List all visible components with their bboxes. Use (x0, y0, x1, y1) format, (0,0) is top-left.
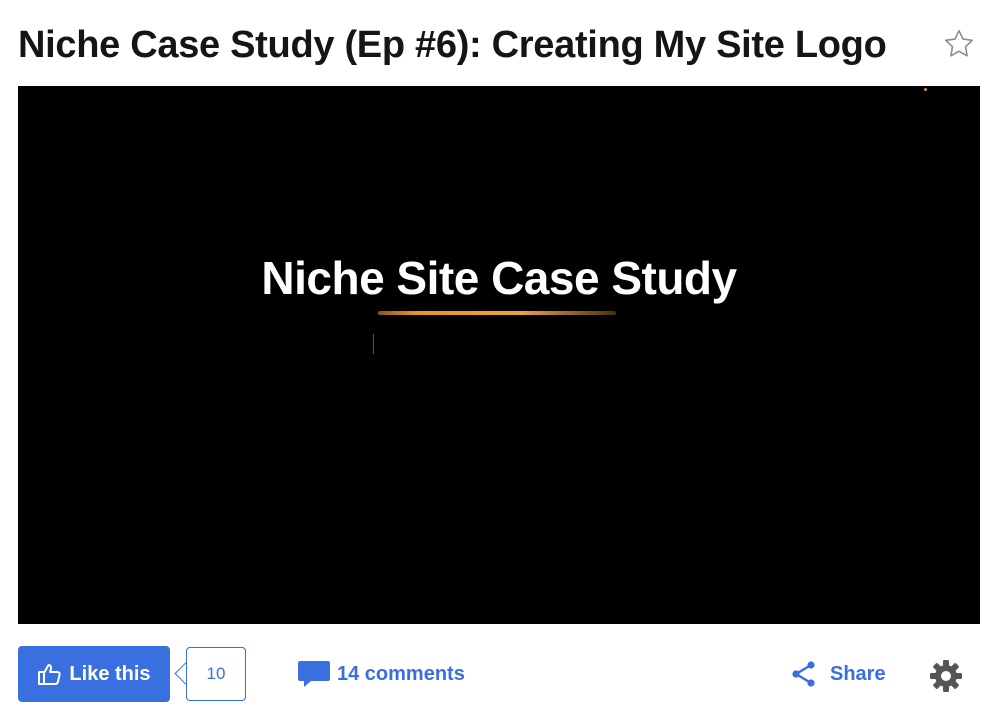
settings-button[interactable] (928, 658, 964, 694)
share-icon (792, 661, 815, 687)
speech-bubble-icon (298, 661, 330, 687)
post-header: Niche Case Study (Ep #6): Creating My Si… (18, 20, 982, 70)
video-text-cursor (373, 334, 374, 354)
share-label: Share (830, 662, 886, 685)
comments-label: 14 comments (337, 662, 465, 685)
video-underline-accent (378, 311, 616, 315)
share-link[interactable]: Share (790, 646, 886, 702)
video-overlay-title: Niche Site Case Study (261, 252, 737, 304)
video-accent-dot (924, 88, 927, 91)
star-outline-icon (945, 29, 973, 57)
like-count-badge: 10 (186, 647, 246, 701)
comments-link[interactable]: 14 comments (297, 646, 465, 702)
favorite-button[interactable] (942, 27, 976, 61)
like-button-label: Like this (69, 662, 151, 685)
video-player[interactable]: Niche Site Case Study (18, 86, 980, 624)
thumbs-up-icon (38, 664, 62, 685)
action-bar: Like this 10 14 comments Share (18, 646, 982, 702)
page-title: Niche Case Study (Ep #6): Creating My Si… (18, 24, 887, 66)
like-button[interactable]: Like this (18, 646, 170, 702)
gear-icon (930, 660, 962, 692)
